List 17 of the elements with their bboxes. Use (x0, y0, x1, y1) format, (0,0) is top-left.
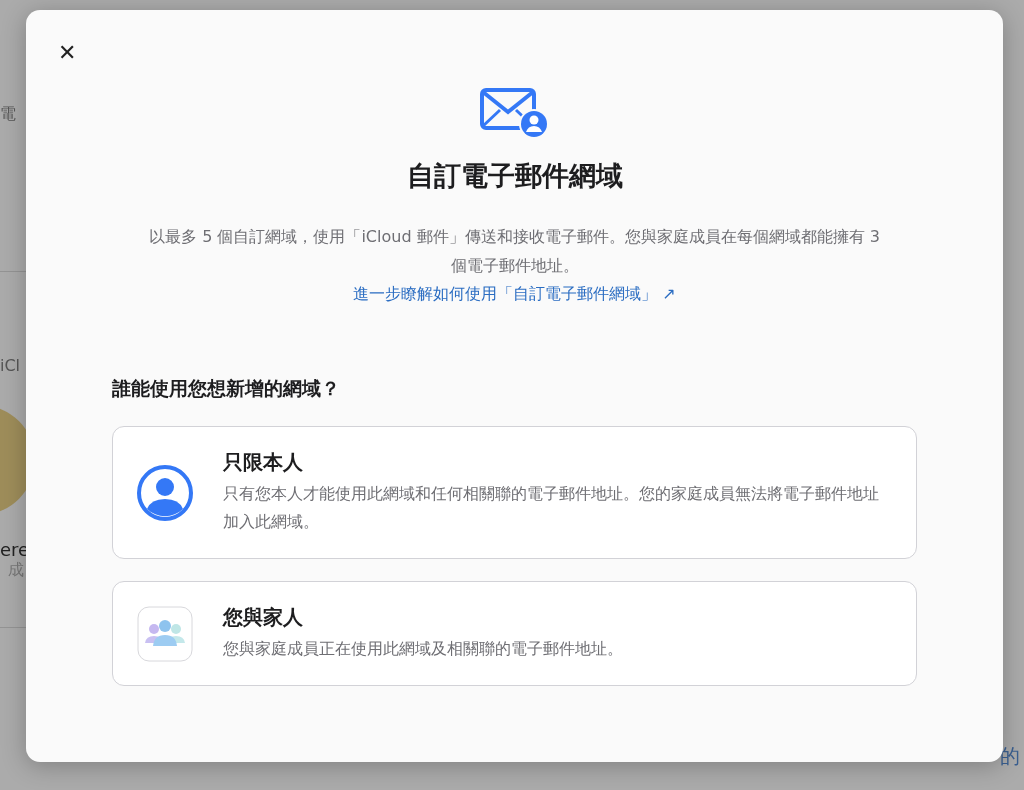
option-title: 只限本人 (223, 449, 304, 476)
option-card[interactable]: 只限本人 只有您本人才能使用此網域和任何相關聯的電子郵件地址。您的家庭成員無法將電子郵件地址加入此網域。 (112, 426, 917, 559)
option-title: 您與家人 (223, 604, 304, 631)
option-description: 只有您本人才能使用此網域和任何相關聯的電子郵件地址。您的家庭成員無法將電子郵件地址加入此網域。 (223, 483, 880, 533)
background-text: iCl (0, 356, 22, 375)
dialog-title: 自訂電子郵件網域 (406, 159, 623, 193)
description-text: 以最多 5 個自訂網域，使用「iCloud 郵件」傳送和接收電子郵件。您與家庭成員在每個網域都能擁有 3 個電子郵件地址。 (148, 226, 881, 277)
close-button[interactable]: ✕ (54, 38, 80, 68)
learn-more-link[interactable]: 進一步瞭解如何使用「自訂電子郵件網域」 ↗ (353, 280, 676, 308)
background-text: 電 (0, 104, 17, 125)
background-text: 的 (1000, 743, 1020, 770)
envelope-person-icon (479, 88, 550, 140)
group-people-icon (137, 605, 193, 662)
option-card[interactable]: 您與家人 您與家庭成員正在使用此網域及相關聯的電子郵件地址。 (112, 581, 917, 686)
option-description: 您與家庭成員正在使用此網域及相關聯的電子郵件地址。 (223, 638, 623, 660)
question-heading: 誰能使用您想新增的網域？ (112, 376, 341, 401)
person-circle-icon (137, 464, 193, 521)
